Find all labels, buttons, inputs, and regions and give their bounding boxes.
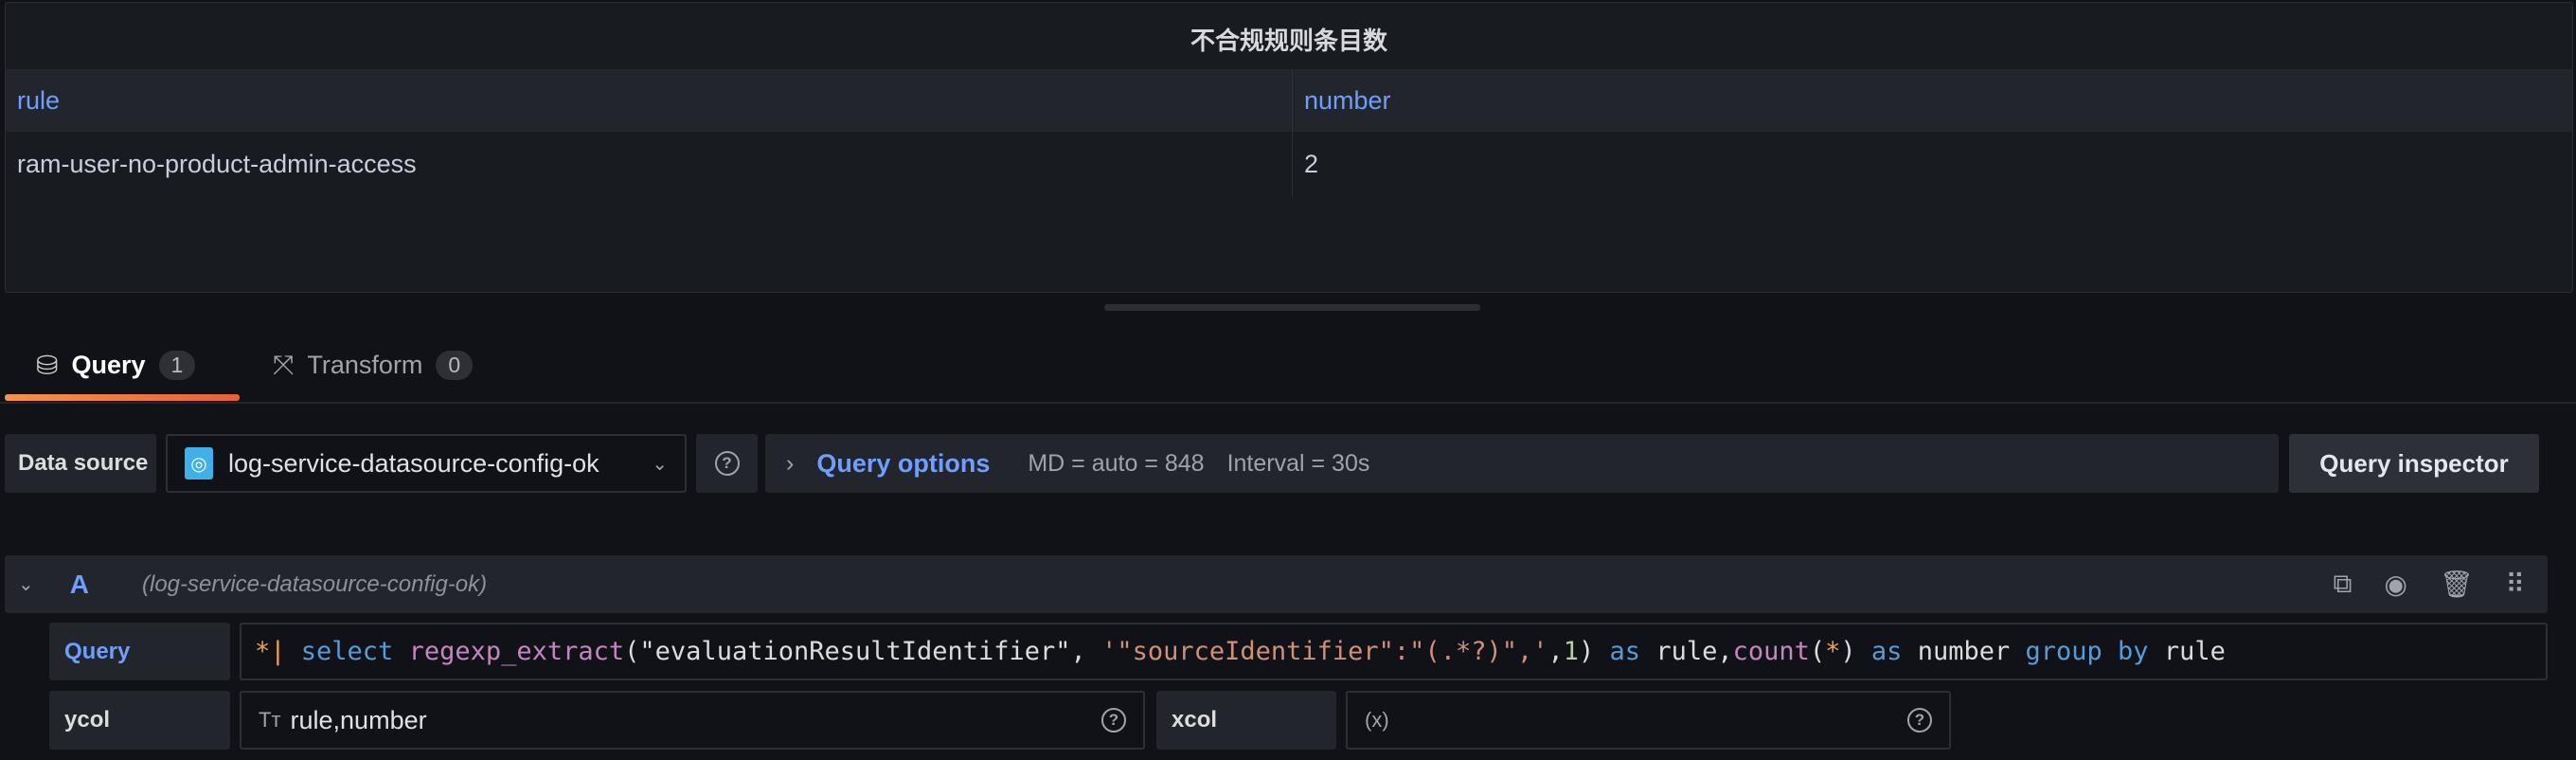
table-header: rule number: [6, 69, 2572, 132]
query-datasource-name: (log-service-datasource-config-ok): [142, 570, 488, 597]
help-icon: ?: [714, 451, 740, 476]
xcol-input[interactable]: (x) ?: [1346, 691, 1951, 750]
code-token: rule: [2163, 637, 2226, 666]
table-panel: 不合规规则条目数 rule number ram-user-no-product…: [5, 2, 2573, 293]
code-token: ,: [1547, 637, 1564, 666]
column-header-rule[interactable]: rule: [6, 69, 60, 132]
chevron-right-icon: ›: [786, 449, 795, 477]
code-token: group by: [2025, 637, 2164, 666]
column-header-number[interactable]: number: [1293, 69, 1391, 132]
resize-handle[interactable]: [1104, 304, 1480, 311]
code-token: *: [1825, 637, 1841, 666]
code-token: '"sourceIdentifier":"(.*?)",': [1101, 637, 1548, 666]
drag-handle-icon[interactable]: ⠿: [2505, 569, 2525, 600]
divider: [0, 402, 2576, 404]
tab-transform[interactable]: ⤧ Transform 0: [273, 341, 474, 389]
code-token: as: [1870, 637, 1918, 666]
tab-label: Transform: [307, 350, 423, 379]
query-field-label: Query: [49, 623, 230, 680]
table-cell-number: 2: [1304, 150, 1319, 178]
xcol-label: xcol: [1156, 691, 1336, 750]
query-options-bar[interactable]: › Query options MD = auto = 848 Interval…: [765, 434, 2279, 493]
help-icon[interactable]: ?: [1907, 708, 1932, 733]
code-token: ): [1579, 637, 1610, 666]
interval-value: Interval = 30s: [1226, 449, 1370, 477]
text-type-icon: Tт: [259, 708, 281, 732]
ycol-input[interactable]: Tт rule,number ?: [240, 691, 1145, 750]
transform-icon: ⤧: [273, 349, 295, 379]
ycol-value: rule,number: [290, 705, 427, 734]
code-token: count: [1732, 637, 1810, 666]
trash-icon[interactable]: 🗑: [2440, 569, 2474, 600]
collapse-chevron-icon[interactable]: ⌄: [18, 572, 34, 596]
variable-icon: (x): [1365, 708, 1389, 732]
code-token: *: [255, 637, 271, 666]
tab-label: Query: [71, 350, 146, 379]
query-row-header: ⌄ A (log-service-datasource-config-ok) ⧉…: [5, 555, 2548, 613]
eye-icon[interactable]: ◉: [2385, 569, 2407, 600]
code-token: select: [300, 637, 409, 666]
tab-count-badge: 1: [158, 350, 196, 380]
code-token: as: [1609, 637, 1656, 666]
help-icon[interactable]: ?: [1101, 708, 1126, 733]
datasource-logo-icon: ◎: [185, 447, 213, 480]
code-token: |: [270, 637, 301, 666]
chevron-down-icon: ⌄: [652, 453, 668, 475]
query-inspector-button[interactable]: Query inspector: [2289, 434, 2539, 493]
table-cell-rule: ram-user-no-product-admin-access: [17, 150, 417, 178]
query-options-label[interactable]: Query options: [816, 449, 990, 479]
ycol-label: ycol: [49, 691, 230, 750]
code-token: rule,: [1655, 637, 1733, 666]
active-tab-indicator: [5, 394, 240, 401]
query-ref-id[interactable]: A: [70, 570, 89, 600]
code-token: regexp_extract: [408, 637, 625, 666]
code-token: 1: [1563, 637, 1580, 666]
datasource-label: Data source: [5, 434, 156, 493]
column-divider: [1292, 69, 1293, 196]
datasource-select[interactable]: ◎ log-service-datasource-config-ok ⌄: [166, 434, 687, 493]
tab-query[interactable]: ⛁ Query 1: [36, 341, 196, 389]
query-editor[interactable]: * | select regexp_extract ("evaluationResu…: [240, 623, 2548, 680]
code-token: ): [1840, 637, 1871, 666]
panel-title: 不合规规则条目数: [1190, 27, 1387, 55]
datasource-value: log-service-datasource-config-ok: [228, 448, 599, 478]
code-token: number: [1917, 637, 2026, 666]
code-token: (: [1809, 637, 1826, 666]
max-data-points: MD = auto = 848: [1028, 449, 1205, 477]
code-token: ("evaluationResultIdentifier",: [624, 637, 1102, 666]
database-icon: ⛁: [36, 350, 59, 380]
tab-count-badge: 0: [436, 350, 474, 380]
datasource-help-button[interactable]: ?: [696, 434, 758, 493]
duplicate-icon[interactable]: ⧉: [2334, 569, 2352, 600]
